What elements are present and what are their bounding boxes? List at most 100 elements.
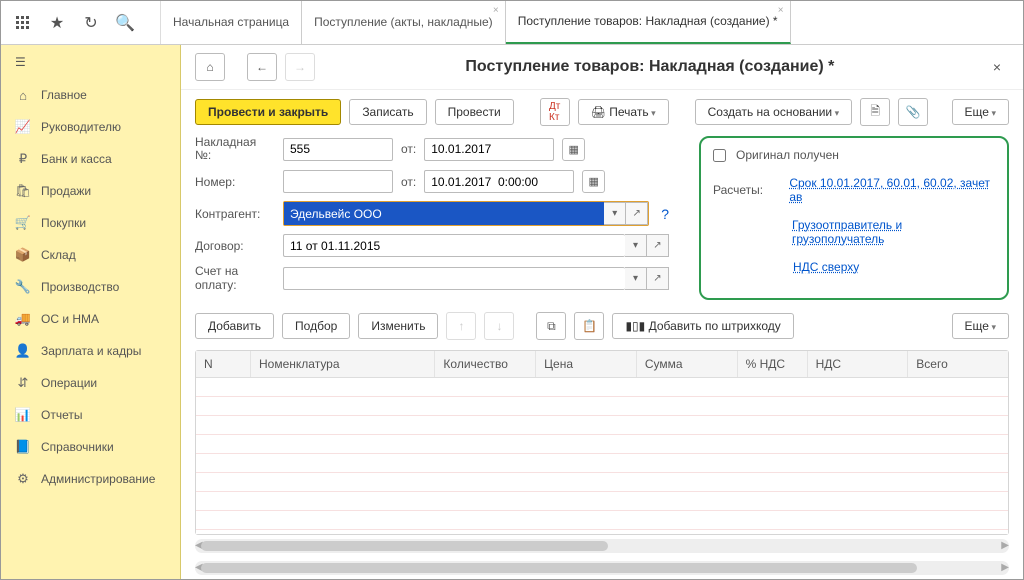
sidebar-item-1[interactable]: 📈Руководителю bbox=[1, 111, 180, 143]
contract-label: Договор: bbox=[195, 239, 275, 253]
scroll-right-icon[interactable]: ▶ bbox=[1001, 540, 1009, 551]
number-date-input[interactable] bbox=[424, 170, 574, 193]
sidebar-item-label: Склад bbox=[41, 248, 76, 262]
select-rows-button[interactable]: Подбор bbox=[282, 313, 350, 339]
history-icon[interactable]: ↻ bbox=[81, 13, 101, 33]
search-icon[interactable]: 🔍 bbox=[115, 13, 135, 33]
sidebar-item-10[interactable]: 📊Отчеты bbox=[1, 399, 180, 431]
calendar-icon[interactable]: ▦ bbox=[582, 170, 605, 193]
calculations-label: Расчеты: bbox=[713, 183, 779, 197]
copy-icon[interactable]: ⧉ bbox=[536, 312, 566, 340]
page-scrollbar[interactable]: ◀ ▶ bbox=[195, 561, 1009, 575]
sidebar: ☰ ⌂ Главное 📈Руководителю₽Банк и касса🛍Про… bbox=[1, 45, 181, 579]
page-title: Поступление товаров: Накладная (создание… bbox=[323, 58, 977, 76]
sidebar-item-label: Справочники bbox=[41, 440, 114, 454]
sidebar-item-label: Руководителю bbox=[41, 120, 121, 134]
vat-link[interactable]: НДС сверху bbox=[793, 260, 859, 274]
tabs: Начальная страница Поступление (акты, на… bbox=[161, 1, 1023, 44]
dropdown-icon[interactable]: ▾ bbox=[625, 267, 647, 290]
box-icon: 📦 bbox=[15, 247, 31, 263]
sidebar-item-5[interactable]: 📦 Склад bbox=[1, 239, 180, 271]
sidebar-item-9[interactable]: ⇵Операции bbox=[1, 367, 180, 399]
add-row-button[interactable]: Добавить bbox=[195, 313, 274, 339]
close-page-button[interactable]: × bbox=[985, 55, 1009, 79]
counterparty-input[interactable] bbox=[284, 202, 604, 225]
sidebar-item-label: Главное bbox=[41, 88, 87, 102]
scroll-thumb[interactable] bbox=[201, 563, 917, 573]
sidebar-item-6[interactable]: 🔧Производство bbox=[1, 271, 180, 303]
open-icon[interactable]: ↗ bbox=[647, 234, 669, 257]
sidebar-item-7[interactable]: 🚚ОС и НМА bbox=[1, 303, 180, 335]
move-up-icon: ↑ bbox=[446, 312, 476, 340]
col-vat-pct[interactable]: % НДС bbox=[738, 351, 808, 377]
save-button[interactable]: Записать bbox=[349, 99, 426, 125]
post-and-close-button[interactable]: Провести и закрыть bbox=[195, 99, 341, 125]
tab-home[interactable]: Начальная страница bbox=[161, 1, 302, 44]
sidebar-item-8[interactable]: 👤Зарплата и кадры bbox=[1, 335, 180, 367]
original-received-label: Оригинал получен bbox=[736, 148, 839, 162]
top-toolbar: ★ ↻ 🔍 Начальная страница Поступление (ак… bbox=[1, 1, 1023, 45]
scroll-thumb[interactable] bbox=[201, 541, 608, 551]
original-received-checkbox[interactable] bbox=[713, 149, 726, 162]
calculations-link[interactable]: Срок 10.01.2017, 60.01, 60.02, зачет ав bbox=[789, 176, 995, 204]
print-button[interactable]: 🖨 Печать bbox=[578, 99, 669, 125]
grid-scrollbar[interactable]: ◀ ▶ bbox=[195, 539, 1009, 553]
create-based-button[interactable]: Создать на основании bbox=[695, 99, 853, 125]
close-icon[interactable]: × bbox=[493, 5, 499, 16]
sidebar-item-12[interactable]: ⚙Администрирование bbox=[1, 463, 180, 495]
attachment-icon[interactable]: 📎 bbox=[898, 98, 928, 126]
person-icon: 👤 bbox=[15, 343, 31, 359]
grid-body[interactable] bbox=[196, 378, 1008, 534]
sidebar-item-0[interactable]: ⌂ Главное bbox=[1, 79, 180, 111]
col-name[interactable]: Номенклатура bbox=[251, 351, 435, 377]
col-total[interactable]: Всего bbox=[908, 351, 1008, 377]
dropdown-icon[interactable]: ▾ bbox=[625, 234, 647, 257]
star-icon[interactable]: ★ bbox=[47, 13, 67, 33]
col-qty[interactable]: Количество bbox=[435, 351, 536, 377]
paste-icon[interactable]: 📋 bbox=[574, 312, 604, 340]
menu-icon[interactable]: ☰ bbox=[1, 45, 180, 79]
post-button[interactable]: Провести bbox=[435, 99, 514, 125]
sidebar-item-2[interactable]: ₽Банк и касса bbox=[1, 143, 180, 175]
table-more-button[interactable]: Еще bbox=[952, 313, 1009, 339]
sidebar-item-label: Банк и касса bbox=[41, 152, 112, 166]
home-button[interactable]: ⌂ bbox=[195, 53, 225, 81]
shipper-consignee-link[interactable]: Грузоотправитель и грузополучатель bbox=[792, 218, 995, 246]
reports-icon: 📊 bbox=[15, 407, 31, 423]
col-price[interactable]: Цена bbox=[536, 351, 637, 377]
debit-credit-icon[interactable]: ДтКт bbox=[540, 98, 570, 126]
print-icon: 🖨 bbox=[591, 105, 610, 119]
col-sum[interactable]: Сумма bbox=[637, 351, 738, 377]
add-by-barcode-button[interactable]: ▮▯▮ Добавить по штрихкоду bbox=[612, 313, 793, 339]
form-left: Накладная №: от: ▦ Номер: от: ▦ bbox=[195, 136, 669, 300]
scroll-right-icon[interactable]: ▶ bbox=[1001, 562, 1009, 573]
number-input[interactable] bbox=[283, 170, 393, 193]
invoice-date-input[interactable] bbox=[424, 138, 554, 161]
apps-icon[interactable] bbox=[13, 13, 33, 33]
open-icon[interactable]: ↗ bbox=[626, 202, 648, 225]
report-icon[interactable]: 🗎 bbox=[860, 98, 890, 126]
col-n[interactable]: N bbox=[196, 351, 251, 377]
dropdown-icon[interactable]: ▾ bbox=[604, 202, 626, 225]
contract-input[interactable] bbox=[283, 234, 625, 257]
sidebar-item-label: Продажи bbox=[41, 184, 91, 198]
payment-account-input[interactable] bbox=[283, 267, 625, 290]
edit-row-button[interactable]: Изменить bbox=[358, 313, 438, 339]
payment-account-label: Счет на оплату: bbox=[195, 265, 275, 291]
more-button[interactable]: Еще bbox=[952, 99, 1009, 125]
home-icon: ⌂ bbox=[15, 87, 31, 103]
calendar-icon[interactable]: ▦ bbox=[562, 138, 585, 161]
close-icon[interactable]: × bbox=[778, 5, 784, 16]
sidebar-item-11[interactable]: 📘Справочники bbox=[1, 431, 180, 463]
help-icon[interactable]: ? bbox=[657, 206, 669, 222]
operations-icon: ⇵ bbox=[15, 375, 31, 391]
tab-invoice-create[interactable]: Поступление товаров: Накладная (создание… bbox=[506, 1, 791, 44]
col-vat[interactable]: НДС bbox=[808, 351, 909, 377]
invoice-no-input[interactable] bbox=[283, 138, 393, 161]
sidebar-item-4[interactable]: 🛒Покупки bbox=[1, 207, 180, 239]
sidebar-item-3[interactable]: 🛍Продажи bbox=[1, 175, 180, 207]
open-icon[interactable]: ↗ bbox=[647, 267, 669, 290]
tab-receipts[interactable]: Поступление (акты, накладные) × bbox=[302, 1, 506, 44]
back-button[interactable]: ← bbox=[247, 53, 277, 81]
form-right-panel: Оригинал получен Расчеты: Срок 10.01.201… bbox=[699, 136, 1009, 300]
